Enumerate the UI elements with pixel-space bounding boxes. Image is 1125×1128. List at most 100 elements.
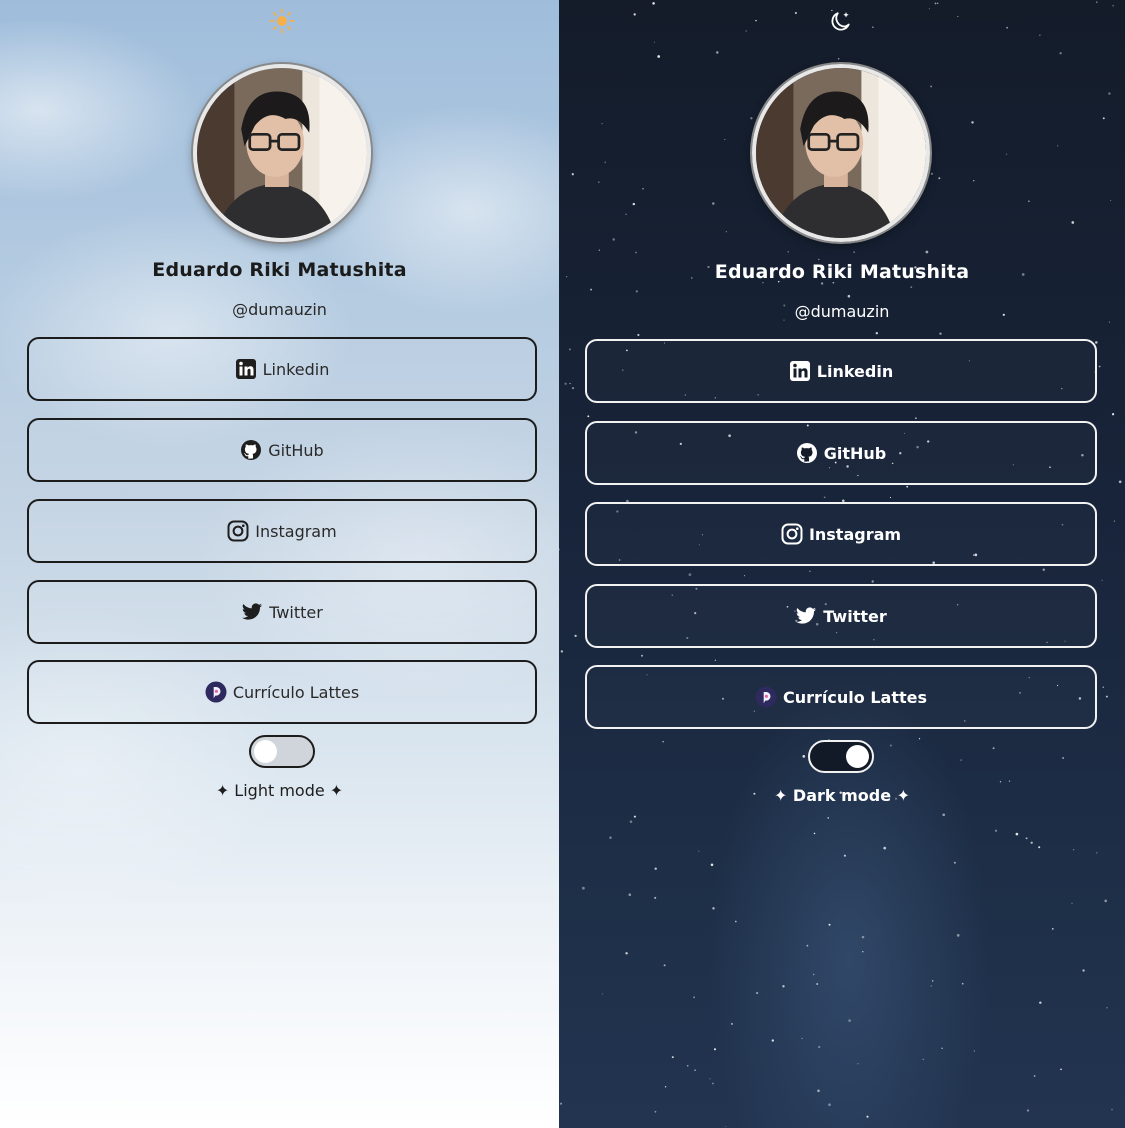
star xyxy=(818,258,820,261)
moon-icon[interactable] xyxy=(828,8,854,34)
instagram-button[interactable]: Instagram xyxy=(585,502,1097,566)
star xyxy=(910,286,913,288)
star xyxy=(828,1103,831,1107)
theme-toggle[interactable] xyxy=(249,735,315,768)
star xyxy=(629,820,633,823)
github-icon xyxy=(240,439,262,461)
star xyxy=(712,202,715,205)
profile-handle: @dumauzin xyxy=(232,300,327,319)
star xyxy=(787,250,790,253)
github-button[interactable]: GitHub xyxy=(27,418,537,482)
star xyxy=(664,1086,667,1088)
star xyxy=(806,944,809,947)
star xyxy=(1109,199,1112,202)
star xyxy=(1025,837,1028,840)
star xyxy=(604,161,606,163)
lattes-icon xyxy=(755,686,777,708)
star xyxy=(657,55,661,58)
star xyxy=(587,415,590,418)
star xyxy=(602,993,604,995)
star xyxy=(633,815,636,818)
star xyxy=(934,2,937,5)
star xyxy=(671,1056,674,1059)
star xyxy=(698,850,700,852)
github-label: GitHub xyxy=(823,443,887,463)
star xyxy=(1106,1007,1108,1009)
twitter-label: Twitter xyxy=(823,606,887,626)
star xyxy=(971,121,974,124)
twitter-icon xyxy=(795,605,817,627)
instagram-icon xyxy=(781,523,803,545)
github-icon xyxy=(796,442,818,464)
instagram-icon xyxy=(227,520,249,542)
star xyxy=(771,1039,774,1042)
star xyxy=(574,634,577,638)
star xyxy=(942,813,946,817)
star xyxy=(564,382,567,385)
linkedin-button[interactable]: Linkedin xyxy=(27,337,537,401)
twitter-button[interactable]: Twitter xyxy=(27,580,537,644)
star xyxy=(633,13,636,16)
star xyxy=(654,896,657,899)
star xyxy=(1112,5,1114,7)
lattes-button[interactable]: Currículo Lattes xyxy=(585,665,1097,729)
toggle-knob xyxy=(254,740,277,763)
star xyxy=(794,11,797,15)
star xyxy=(866,1115,869,1118)
star xyxy=(915,417,917,419)
twitter-button[interactable]: Twitter xyxy=(585,584,1097,648)
linkedin-label: Linkedin xyxy=(262,359,330,379)
star xyxy=(1033,1075,1036,1077)
star xyxy=(1095,341,1098,344)
star xyxy=(1030,841,1033,844)
star xyxy=(1096,852,1098,854)
star xyxy=(1108,321,1110,323)
star xyxy=(802,755,806,758)
star xyxy=(956,934,960,937)
star xyxy=(714,659,717,661)
instagram-button[interactable]: Instagram xyxy=(27,499,537,563)
star xyxy=(861,935,865,939)
twitter-icon xyxy=(241,601,263,623)
star xyxy=(609,836,612,839)
star xyxy=(1028,200,1030,203)
linkedin-button[interactable]: Linkedin xyxy=(585,339,1097,403)
star xyxy=(744,575,746,577)
star xyxy=(663,964,666,967)
star xyxy=(725,1125,727,1127)
star xyxy=(1082,969,1085,972)
profile-name: Eduardo Riki Matushita xyxy=(152,259,407,281)
star xyxy=(837,57,840,60)
star xyxy=(642,188,644,190)
star xyxy=(782,985,785,988)
star xyxy=(1060,1068,1062,1071)
star xyxy=(871,580,874,583)
star xyxy=(713,1048,717,1051)
star xyxy=(1072,849,1075,851)
profile-name: Eduardo Riki Matushita xyxy=(714,261,970,283)
avatar-photo xyxy=(197,68,367,238)
sun-icon[interactable] xyxy=(269,8,295,34)
star xyxy=(973,1050,975,1052)
lattes-button[interactable]: Currículo Lattes xyxy=(27,660,537,724)
star xyxy=(1111,1108,1113,1111)
twitter-label: Twitter xyxy=(269,602,323,622)
star xyxy=(817,1089,820,1093)
star xyxy=(1111,413,1115,416)
linkedin-icon xyxy=(235,358,257,380)
profile-handle: @dumauzin xyxy=(794,302,890,321)
star xyxy=(571,173,574,176)
star xyxy=(1015,832,1019,836)
star xyxy=(857,1063,859,1065)
star xyxy=(654,867,657,870)
mode-label: ✦ Dark mode ✦ xyxy=(773,786,911,805)
github-button[interactable]: GitHub xyxy=(585,421,1097,485)
star xyxy=(925,250,929,254)
star xyxy=(843,854,846,857)
star xyxy=(883,846,887,850)
star xyxy=(999,781,1002,783)
theme-toggle[interactable] xyxy=(808,740,874,773)
star xyxy=(625,952,628,955)
star xyxy=(559,548,561,551)
dark-mode-panel: Eduardo Riki Matushita @dumauzin Linkedi… xyxy=(559,0,1125,1128)
